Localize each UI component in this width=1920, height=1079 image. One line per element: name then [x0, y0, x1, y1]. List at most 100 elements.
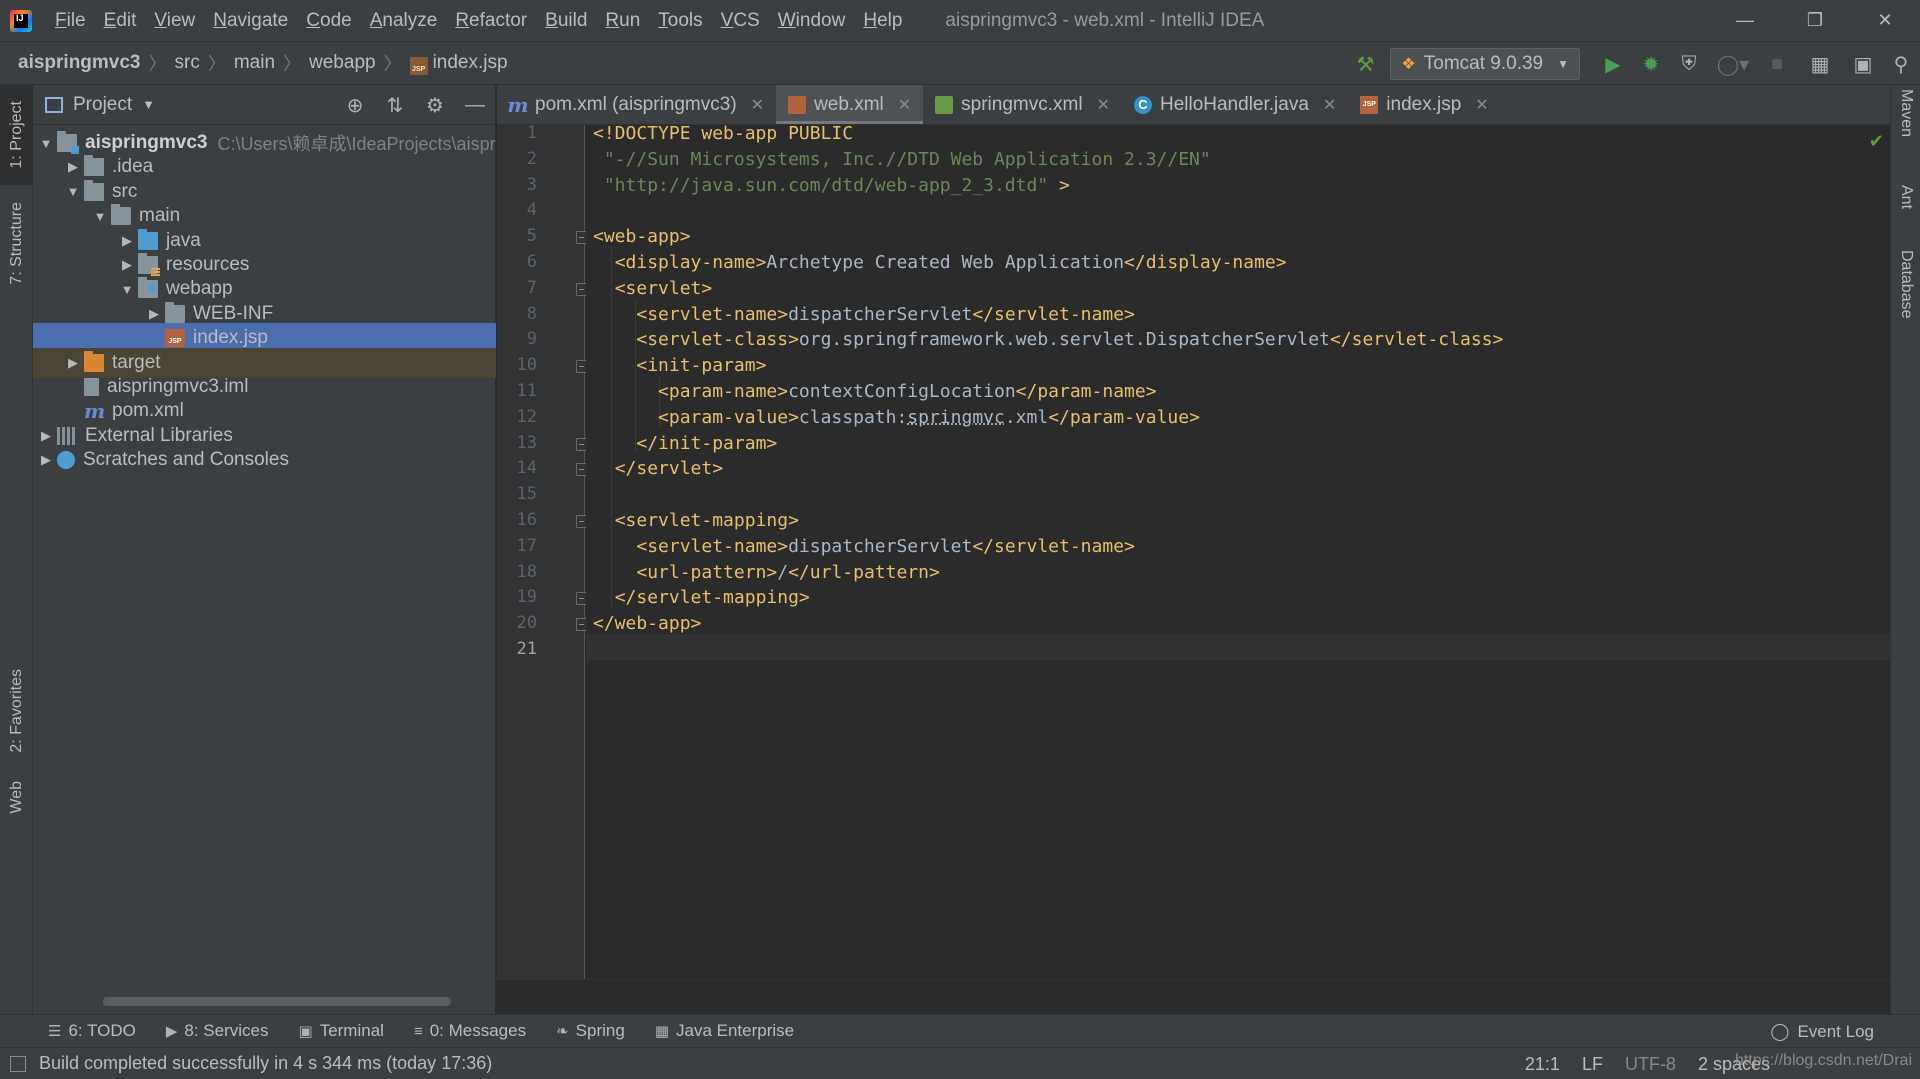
tool-tab-web[interactable]: Web [0, 770, 33, 825]
menu-vcs[interactable]: VCS [712, 10, 769, 32]
collapsed-arrow-icon[interactable]: ▶ [35, 452, 57, 468]
profile-icon[interactable]: ◯▾ [1708, 42, 1758, 86]
line-number: 5 [526, 226, 537, 247]
minimize-icon[interactable]: — [1710, 0, 1780, 41]
menu-view[interactable]: View [145, 10, 204, 32]
gear-icon[interactable]: ⚙ [415, 93, 455, 118]
expanded-arrow-icon[interactable]: ▼ [89, 209, 111, 224]
menu-tools[interactable]: Tools [649, 10, 711, 32]
status-message[interactable]: Build completed successfully in 4 s 344 … [39, 1053, 492, 1074]
menu-window[interactable]: Window [769, 10, 855, 32]
locate-file-icon[interactable]: ⊕ [335, 93, 375, 118]
chevron-down-icon[interactable]: ▼ [142, 97, 155, 112]
expanded-arrow-icon[interactable]: ▼ [35, 136, 57, 151]
search-everywhere-icon[interactable]: ⚲ [1882, 42, 1920, 86]
file-encoding[interactable]: UTF-8 [1625, 1054, 1676, 1075]
tool-tab-ant[interactable]: Ant [1891, 185, 1920, 235]
tool-window-8-services[interactable]: ▶ 8: Services [166, 1021, 269, 1041]
close-tab-icon[interactable]: ✕ [898, 95, 911, 115]
code-line: </servlet> [593, 451, 723, 479]
collapse-all-icon[interactable]: ⇅ [375, 93, 415, 118]
project-structure-icon[interactable]: ▦ [1796, 42, 1844, 86]
tool-tab-favorites[interactable]: 2: Favorites [0, 655, 33, 767]
code-editor[interactable]: <!DOCTYPE web-app PUBLIC "-//Sun Microsy… [586, 125, 1890, 979]
tool-window-terminal[interactable]: ▣ Terminal [299, 1021, 384, 1041]
toggle-tool-windows-icon[interactable] [10, 1055, 26, 1072]
tool-tab-database[interactable]: Database [1891, 250, 1920, 360]
project-view-select[interactable]: Project [73, 94, 132, 116]
inspection-ok-icon[interactable]: ✔ [1869, 131, 1884, 152]
close-tab-icon[interactable]: ✕ [1323, 95, 1336, 115]
event-log-button[interactable]: ◯ Event Log [1770, 1015, 1874, 1048]
menu-help[interactable]: Help [854, 10, 911, 32]
editor-tab-label: index.jsp [1386, 93, 1462, 115]
tool-tab-project[interactable]: 1: Project [0, 85, 33, 185]
breadcrumb-item[interactable]: main [234, 52, 275, 74]
menu-navigate[interactable]: Navigate [204, 10, 297, 32]
breadcrumb-item[interactable]: aispringmvc3 [18, 52, 141, 74]
close-tab-icon[interactable]: ✕ [1097, 95, 1110, 115]
menu-refactor[interactable]: Refactor [446, 10, 536, 32]
tree-node-label: aispringmvc3.iml [107, 376, 249, 397]
code-line: <servlet-name>dispatcherServlet</servlet… [593, 529, 1135, 557]
tool-tab-maven[interactable]: Maven [1891, 89, 1920, 169]
tree-node-scratches-and-consoles[interactable]: ▶ Scratches and Consoles [33, 445, 496, 475]
editor-tab-label: web.xml [814, 93, 884, 115]
close-tab-icon[interactable]: ✕ [751, 95, 764, 115]
line-number: 21 [516, 639, 537, 659]
run-icon[interactable]: ▶ [1594, 42, 1632, 86]
caret-position[interactable]: 21:1 [1525, 1054, 1560, 1075]
code-line: <servlet-mapping> [593, 503, 799, 531]
collapsed-arrow-icon[interactable]: ▶ [116, 233, 138, 249]
toggle-window-icon[interactable]: ▣ [1844, 42, 1882, 86]
collapsed-arrow-icon[interactable]: ▶ [35, 428, 57, 444]
maven-file-icon: m [84, 399, 106, 424]
close-window-icon[interactable]: ✕ [1850, 0, 1920, 41]
tool-window-6-todo[interactable]: ☰ 6: TODO [48, 1021, 136, 1041]
breadcrumb-label: webapp [309, 52, 376, 73]
menu-code[interactable]: Code [297, 10, 360, 32]
breadcrumb-item[interactable]: webapp [309, 52, 376, 74]
expanded-arrow-icon[interactable]: ▼ [62, 184, 84, 199]
collapsed-arrow-icon[interactable]: ▶ [143, 306, 165, 322]
tool-tab-structure[interactable]: 7: Structure [0, 193, 33, 293]
hide-panel-icon[interactable]: — [455, 94, 495, 117]
collapsed-arrow-icon[interactable]: ▶ [62, 355, 84, 371]
jsp-file-icon: JSP [165, 329, 185, 348]
breadcrumb-label: main [233, 52, 276, 73]
build-hammer-icon[interactable]: ⚒ [1346, 42, 1384, 86]
horizontal-scrollbar[interactable] [103, 997, 451, 1006]
run-configuration-select[interactable]: ❖ Tomcat 9.0.39 ▼ [1390, 48, 1580, 80]
editor-tab-web-xml[interactable]: web.xml ✕ [776, 85, 924, 124]
line-separator[interactable]: LF [1582, 1054, 1603, 1075]
close-tab-icon[interactable]: ✕ [1475, 95, 1488, 115]
folder-icon [84, 179, 104, 201]
menu-build[interactable]: Build [536, 10, 596, 32]
editor-scroll-area [497, 979, 1890, 1014]
line-number: 12 [516, 406, 537, 427]
debug-icon[interactable]: ✹ [1632, 42, 1670, 86]
breadcrumb-item[interactable]: src [175, 52, 200, 74]
tool-window-0-messages[interactable]: ≡ 0: Messages [414, 1021, 526, 1041]
menu-edit[interactable]: Edit [95, 10, 146, 32]
tree-node-label: webapp [166, 278, 233, 300]
menu-analyze[interactable]: Analyze [361, 10, 447, 32]
tool-window-spring[interactable]: ❧ Spring [556, 1021, 625, 1041]
project-panel-tools: ⊕ ⇅ ⚙ — [335, 85, 495, 125]
editor-tab-pom-xml-aispringmvc3-[interactable]: m pom.xml (aispringmvc3) ✕ [497, 85, 776, 124]
restore-icon[interactable]: ❐ [1780, 0, 1850, 41]
expanded-arrow-icon[interactable]: ▼ [116, 282, 138, 297]
source-folder-icon [138, 228, 158, 250]
collapsed-arrow-icon[interactable]: ▶ [62, 159, 84, 175]
run-with-coverage-icon[interactable]: ⛨ [1670, 42, 1708, 86]
tool-window-java-enterprise[interactable]: ▦ Java Enterprise [655, 1021, 794, 1041]
menu-run[interactable]: Run [596, 10, 649, 32]
editor-tab-hellohandler-java[interactable]: C HelloHandler.java ✕ [1122, 85, 1348, 124]
breadcrumb-separator-icon: 〉 [207, 54, 226, 74]
menu-file[interactable]: File [46, 10, 95, 32]
breadcrumb-item[interactable]: JSP index.jsp [409, 52, 508, 75]
stop-icon[interactable]: ■ [1758, 42, 1796, 86]
editor-tab-index-jsp[interactable]: JSP index.jsp ✕ [1348, 85, 1500, 124]
collapsed-arrow-icon[interactable]: ▶ [116, 257, 138, 273]
editor-tab-springmvc-xml[interactable]: springmvc.xml ✕ [923, 85, 1122, 124]
